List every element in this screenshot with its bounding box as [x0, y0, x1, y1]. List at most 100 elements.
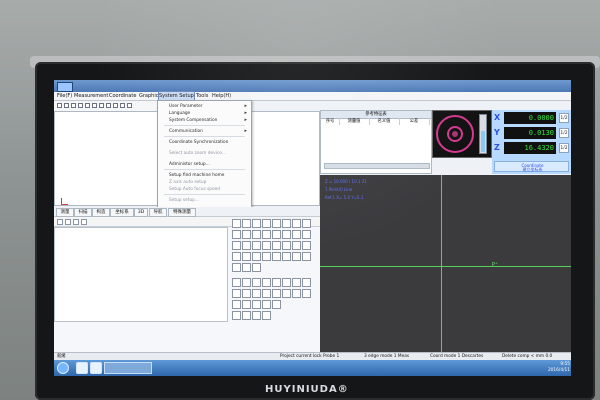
- connect2-tool-icon[interactable]: [242, 300, 251, 309]
- dropdown-user-parameter[interactable]: User Parameter: [169, 104, 203, 109]
- toolbar-save-icon[interactable]: [71, 103, 76, 108]
- menu-graphic[interactable]: Graphic: [139, 92, 158, 100]
- person-tool-icon[interactable]: [232, 263, 241, 272]
- toolbar-undo-icon[interactable]: [120, 103, 125, 108]
- parallel-tool-icon[interactable]: [282, 230, 291, 239]
- menu-measurement[interactable]: Measurement: [74, 92, 108, 100]
- slot3-tool-icon[interactable]: [272, 289, 281, 298]
- menu-coordinate[interactable]: Coordinate: [109, 92, 136, 100]
- ellipse-tool-icon[interactable]: [272, 219, 281, 228]
- pick-tool-icon[interactable]: [232, 252, 241, 261]
- oval2-tool-icon[interactable]: [292, 278, 301, 287]
- grid-tool-icon[interactable]: [302, 241, 311, 250]
- height2-tool-icon[interactable]: [252, 289, 261, 298]
- distance2-tool-icon[interactable]: [232, 289, 241, 298]
- dropdown-administor-setup[interactable]: Administor setup...: [169, 162, 210, 167]
- y-unit-button[interactable]: 1/2: [559, 128, 569, 138]
- play-icon[interactable]: [57, 219, 63, 225]
- green-x-icon[interactable]: [252, 300, 261, 309]
- menu-tools[interactable]: Tools: [196, 92, 208, 100]
- tab-special-measure[interactable]: 特殊测量: [168, 208, 196, 217]
- zoom-slider[interactable]: [479, 114, 487, 154]
- rectangle2-tool-icon[interactable]: [272, 278, 281, 287]
- save2-tool-icon[interactable]: [232, 311, 241, 320]
- intersection-tool-icon[interactable]: [252, 230, 261, 239]
- toolbar-new-icon[interactable]: [57, 103, 62, 108]
- edge2-tool-icon[interactable]: [262, 289, 271, 298]
- circle-tool-icon[interactable]: [252, 219, 261, 228]
- x-unit-button[interactable]: 1/2: [559, 113, 569, 123]
- folder-icon[interactable]: [90, 362, 102, 374]
- move-tool-icon[interactable]: [262, 252, 271, 261]
- dropdown-coordinate-sync[interactable]: Coordinate Synchronization: [169, 140, 228, 145]
- camera-view[interactable]: P⁺ Z = 10.000 / 10.1 21 1 Point/0 Line R…: [320, 175, 571, 352]
- coordinate-action-box[interactable]: Coordinate 建立坐标系: [494, 161, 569, 172]
- curve-tool-icon[interactable]: [232, 241, 241, 250]
- midpoint-tool-icon[interactable]: [242, 230, 251, 239]
- probe-tool-icon[interactable]: [292, 241, 301, 250]
- menu-file[interactable]: File(F): [57, 92, 72, 100]
- delete-tool-icon[interactable]: [292, 252, 301, 261]
- tab-measure[interactable]: 测量: [56, 208, 74, 217]
- fit-tool-icon[interactable]: [242, 241, 251, 250]
- offset-tool-icon[interactable]: [302, 230, 311, 239]
- dropdown-system-compensation[interactable]: System Compensation: [169, 118, 217, 123]
- browser-icon[interactable]: [76, 362, 88, 374]
- slot-tool-icon[interactable]: [292, 219, 301, 228]
- layout2-tool-icon[interactable]: [232, 300, 241, 309]
- toolbar-fit-icon[interactable]: [99, 103, 104, 108]
- angle-tool-icon[interactable]: [302, 219, 311, 228]
- section-tool-icon[interactable]: [272, 241, 281, 250]
- zoom-tool-icon[interactable]: [282, 252, 291, 261]
- toolbar-zoom-icon[interactable]: [85, 103, 90, 108]
- dropdown-find-home[interactable]: Setup find machine home: [169, 173, 224, 178]
- dropdown-auto-zoom-device[interactable]: Select auto zoom device...: [169, 151, 226, 156]
- toolbar-redo-icon[interactable]: [127, 103, 132, 108]
- dropdown-z-axis-auto-setup[interactable]: Z axis auto setup: [169, 180, 206, 185]
- arc-tool-icon[interactable]: [262, 219, 271, 228]
- mf-tool-icon[interactable]: [262, 300, 271, 309]
- toolbar-print-icon[interactable]: [78, 103, 83, 108]
- settings-tool-icon[interactable]: [302, 252, 311, 261]
- point-tool-icon[interactable]: [232, 219, 241, 228]
- slot2-tool-icon[interactable]: [282, 278, 291, 287]
- tab-3d[interactable]: 3D: [134, 208, 148, 217]
- sphere2-tool-icon[interactable]: [302, 278, 311, 287]
- figure2-tool-icon[interactable]: [252, 311, 261, 320]
- toolbar-rotate-icon[interactable]: [113, 103, 118, 108]
- cone2-tool-icon[interactable]: [282, 289, 291, 298]
- snap-tool-icon[interactable]: [242, 252, 251, 261]
- measure-tool-icon[interactable]: [272, 252, 281, 261]
- rectangle-tool-icon[interactable]: [282, 219, 291, 228]
- construct-tool-icon[interactable]: [252, 241, 261, 250]
- tab-coordinate-system[interactable]: 坐标系: [110, 208, 134, 217]
- perpendicular-tool-icon[interactable]: [272, 230, 281, 239]
- rotate2-tool-icon[interactable]: [242, 311, 251, 320]
- toolbar-measure-icon[interactable]: [106, 103, 111, 108]
- dropdown-language[interactable]: Language: [169, 111, 190, 116]
- pause-icon[interactable]: [65, 219, 71, 225]
- z-unit-button[interactable]: 1/2: [559, 143, 569, 153]
- start-button[interactable]: [57, 362, 69, 374]
- point2-tool-icon[interactable]: [232, 278, 241, 287]
- circle2-tool-icon[interactable]: [252, 278, 261, 287]
- circle3-tool-icon[interactable]: [262, 278, 271, 287]
- color2-tool-icon[interactable]: [272, 300, 281, 309]
- plane2-tool-icon[interactable]: [302, 289, 311, 298]
- close-icon[interactable]: [81, 219, 87, 225]
- scan-tool-icon[interactable]: [282, 241, 291, 250]
- tangent-tool-icon[interactable]: [262, 230, 271, 239]
- active-app-button[interactable]: [104, 362, 152, 374]
- tab-construct[interactable]: 构造: [92, 208, 110, 217]
- stop-icon[interactable]: [73, 219, 79, 225]
- toolbar-open-icon[interactable]: [64, 103, 69, 108]
- menu-help[interactable]: Help(H): [212, 92, 231, 100]
- copy-tool-icon[interactable]: [252, 252, 261, 261]
- delete-red-icon[interactable]: [252, 263, 261, 272]
- table-scrollbar[interactable]: [324, 163, 430, 169]
- profile-tool-icon[interactable]: [262, 241, 271, 250]
- report2-tool-icon[interactable]: [262, 311, 271, 320]
- program-panel[interactable]: [54, 227, 228, 322]
- tab-scan[interactable]: 扫描: [74, 208, 92, 217]
- tab-navigation[interactable]: 导航: [149, 208, 167, 217]
